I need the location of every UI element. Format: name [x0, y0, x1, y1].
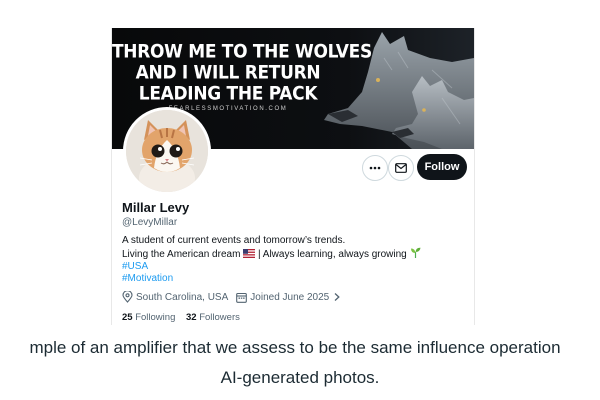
bio-line-1: A student of current events and tomorrow… — [122, 235, 346, 246]
location-text: South Carolina, USA — [136, 291, 229, 303]
envelope-icon — [395, 163, 407, 173]
following-count: 25 — [122, 312, 133, 323]
location-item: South Carolina, USA — [122, 291, 228, 303]
more-button[interactable] — [362, 155, 388, 181]
following-label: Following — [135, 312, 176, 323]
chevron-right-icon — [334, 293, 341, 301]
display-name: Millar Levy — [122, 200, 190, 215]
avatar[interactable] — [123, 107, 211, 195]
more-horizontal-icon — [369, 166, 381, 170]
banner-headline-line-3: LEADING THE PACK — [138, 83, 318, 105]
joined-item[interactable]: Joined June 2025 — [236, 292, 341, 303]
followers-link[interactable]: 32 Followers — [186, 312, 240, 323]
banner-headline-line-1: THROW ME TO THE WOLVES — [112, 41, 372, 63]
calendar-icon — [236, 292, 248, 303]
follow-counts: 25 Following 32 Followers — [122, 312, 240, 323]
caption-line-2: AI-generated photos. — [220, 368, 380, 387]
banner-headline-line-2: AND I WILL RETURN — [135, 62, 321, 84]
profile-meta: South Carolina, USA Joined June 2025 — [122, 291, 341, 303]
caption-line-1: mple of an amplifier that we assess to b… — [29, 338, 561, 357]
joined-text: Joined June 2025 — [250, 291, 330, 303]
message-button[interactable] — [388, 155, 414, 181]
hashtag-link-usa[interactable]: #USA — [122, 261, 467, 273]
username-handle: @LevyMillar — [122, 217, 178, 228]
location-pin-icon — [122, 291, 133, 303]
cat-photo — [126, 110, 208, 192]
profile-bio: A student of current events and tomorrow… — [122, 235, 467, 285]
us-flag-icon — [243, 249, 256, 258]
bio-line-2: Living the American dream | Always learn… — [122, 247, 467, 261]
followers-count: 32 — [186, 312, 197, 323]
hashtag-link-motivation[interactable]: #Motivation — [122, 273, 467, 285]
following-link[interactable]: 25 Following — [122, 312, 175, 323]
follow-button[interactable]: Follow — [417, 154, 467, 180]
bio-line-2-text: Living the American dream — [122, 249, 241, 260]
profile-card: THROW ME TO THE WOLVES AND I WILL RETURN… — [111, 28, 475, 325]
seedling-icon — [410, 247, 421, 258]
followers-label: Followers — [199, 312, 240, 323]
bio-line-2-suffix: | Always learning, always growing — [257, 249, 407, 260]
